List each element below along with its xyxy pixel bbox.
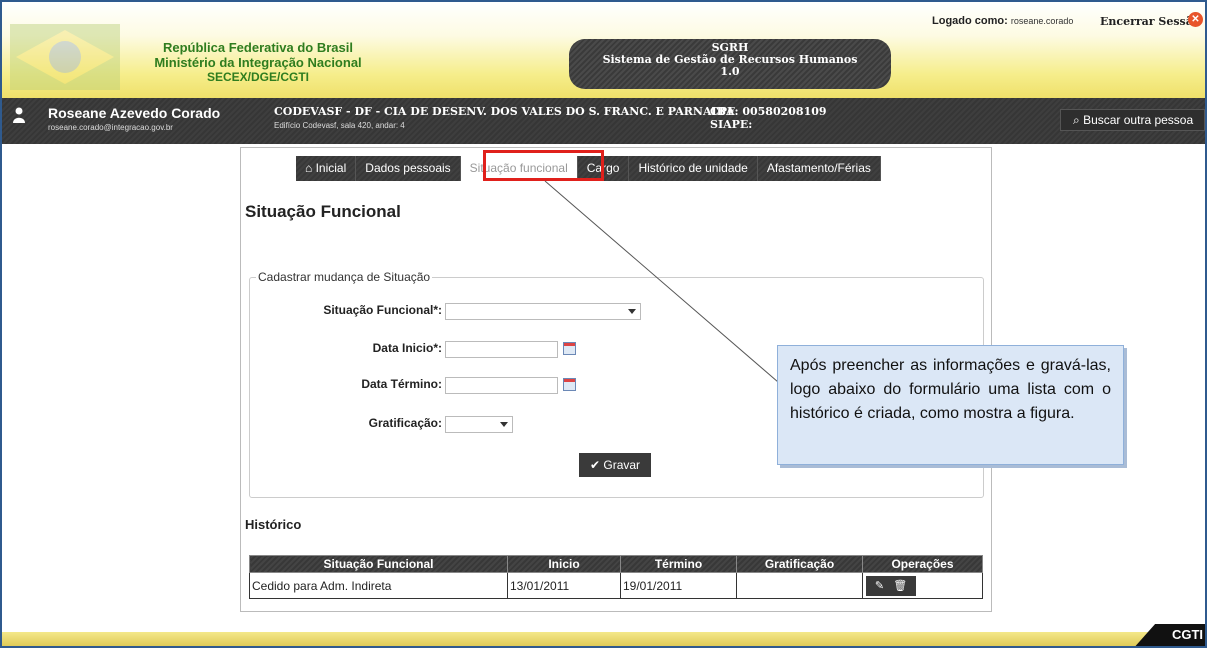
footer-bar (2, 632, 1205, 646)
callout-note: Após preencher as informações e gravá-la… (777, 345, 1124, 465)
app-window: República Federativa do Brasil Ministéri… (0, 0, 1207, 648)
callout-pointer-line (544, 180, 779, 383)
